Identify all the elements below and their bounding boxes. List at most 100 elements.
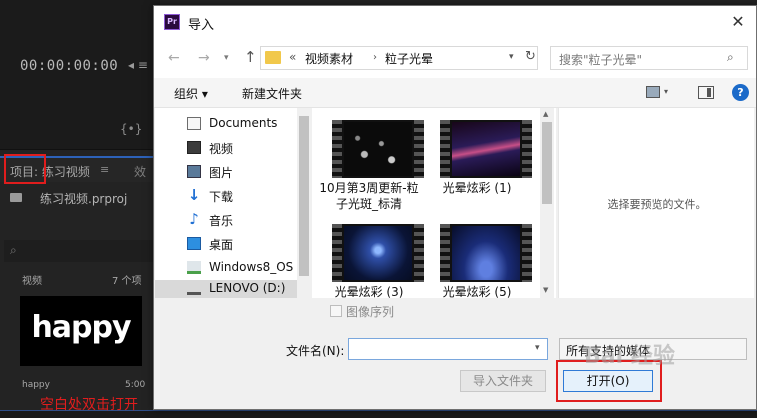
recent-locations-chevron-icon[interactable]: ▾ bbox=[224, 53, 229, 63]
sidebar-item-label: Documents bbox=[209, 116, 278, 130]
sidebar-item-label: 视频 bbox=[209, 142, 234, 156]
download-icon: ↓ bbox=[187, 186, 201, 204]
desktop-icon bbox=[187, 237, 201, 250]
up-arrow-icon[interactable]: ↑ bbox=[244, 48, 257, 66]
video-thumbnail bbox=[332, 224, 424, 282]
sidebar-item-desktop[interactable]: 桌面 bbox=[155, 232, 297, 256]
file-list: 10月第3周更新-粒子光斑_标清 光晕炫彩 (1) 光晕炫彩 (3) 光晕炫彩 … bbox=[312, 108, 556, 299]
sidebar-item-label: LENOVO (D:) bbox=[209, 281, 286, 295]
file-item[interactable]: 光晕炫彩 (3) bbox=[312, 216, 424, 302]
back-arrow-icon[interactable]: ← bbox=[168, 50, 180, 66]
sidebar-item-label: 下载 bbox=[209, 190, 234, 204]
marker-controls[interactable]: ◂ ≡ bbox=[128, 58, 148, 72]
filename-chevron-down-icon[interactable]: ▾ bbox=[535, 343, 540, 353]
sidebar-item-label: 音乐 bbox=[209, 214, 234, 228]
navigation-scroll-thumb[interactable] bbox=[299, 116, 309, 276]
help-icon[interactable]: ? bbox=[732, 84, 749, 101]
dialog-title: 导入 bbox=[188, 18, 215, 33]
preview-message: 选择要预览的文件。 bbox=[607, 198, 707, 211]
video-thumbnail bbox=[440, 224, 532, 282]
filename-field[interactable]: ▾ bbox=[348, 338, 548, 360]
new-folder-button[interactable]: 新建文件夹 bbox=[242, 85, 302, 102]
sidebar-item-label: 桌面 bbox=[209, 238, 234, 252]
navigation-scrollbar[interactable] bbox=[297, 108, 311, 298]
dialog-toolbar: 组织 ▾ 新建文件夹 ▾ ? bbox=[154, 78, 756, 108]
view-chevron-down-icon[interactable]: ▾ bbox=[664, 87, 668, 96]
panel-menu-icon[interactable]: ≡ bbox=[100, 163, 109, 176]
preview-pane-icon[interactable] bbox=[698, 86, 714, 99]
clip-duration: 5:00 bbox=[125, 380, 146, 390]
sidebar-item-documents[interactable]: Documents bbox=[155, 112, 297, 136]
file-item[interactable]: 光晕炫彩 (5) bbox=[420, 216, 532, 302]
folder-icon bbox=[265, 51, 281, 64]
search-input[interactable]: 搜索"粒子光晕" ⌕ bbox=[550, 46, 748, 70]
timecode: 00:00:00:00 bbox=[20, 58, 119, 74]
sidebar-item-label: Windows8_OS bbox=[209, 260, 294, 274]
address-chevron-down-icon[interactable]: ▾ bbox=[509, 52, 514, 62]
import-dialog: Pr 导入 ✕ ← → ▾ ↑ « 视频素材 › 粒子光晕 ▾ ↻ 搜索"粒子光… bbox=[153, 5, 757, 410]
file-item[interactable]: 10月第3周更新-粒子光斑_标清 bbox=[312, 112, 424, 211]
forward-arrow-icon[interactable]: → bbox=[198, 50, 210, 66]
clip-thumbnail-text: happy bbox=[31, 310, 131, 345]
clip-thumbnail[interactable]: happy bbox=[20, 296, 142, 366]
breadcrumb-overflow[interactable]: « bbox=[289, 50, 296, 64]
refresh-icon[interactable]: ↻ bbox=[525, 49, 536, 64]
file-name: 光晕炫彩 (1) bbox=[442, 181, 512, 195]
project-search-bar[interactable]: ⌕ bbox=[4, 240, 160, 262]
project-file-name: 练习视频.prproj bbox=[40, 192, 128, 206]
preview-pane: 选择要预览的文件。 bbox=[558, 108, 754, 298]
file-list-scroll-thumb[interactable] bbox=[542, 122, 552, 204]
baidu-watermark: Bai 经验 bbox=[584, 344, 675, 369]
view-options-icon[interactable] bbox=[646, 86, 660, 98]
instruction-annotation: 空白处双击打开 bbox=[40, 397, 138, 413]
video-icon bbox=[187, 141, 201, 154]
music-icon: ♪ bbox=[189, 210, 199, 228]
folder-icon bbox=[10, 193, 22, 202]
sidebar-item-lenovo-drive[interactable]: LENOVO (D:) bbox=[155, 280, 297, 298]
import-folder-button[interactable]: 导入文件夹 bbox=[460, 370, 546, 392]
project-tab-highlight bbox=[4, 154, 46, 184]
sidebar-item-downloads[interactable]: ↓ 下载 bbox=[155, 184, 297, 208]
project-file-row: 练习视频.prproj bbox=[10, 190, 160, 210]
sidebar-item-videos[interactable]: 视频 bbox=[155, 136, 297, 160]
sidebar-item-label: 图片 bbox=[209, 166, 234, 180]
file-list-scrollbar[interactable]: ▲ ▼ bbox=[540, 108, 554, 298]
sidebar-item-windows-drive[interactable]: Windows8_OS bbox=[155, 256, 297, 280]
document-icon bbox=[187, 117, 201, 130]
premiere-app-icon: Pr bbox=[164, 14, 180, 30]
search-icon[interactable]: ⌕ bbox=[727, 50, 734, 65]
search-icon: ⌕ bbox=[10, 243, 17, 257]
address-bar[interactable]: « 视频素材 › 粒子光晕 ▾ ↻ bbox=[260, 46, 538, 70]
sidebar-item-pictures[interactable]: 图片 bbox=[155, 160, 297, 184]
dialog-titlebar: Pr 导入 ✕ bbox=[154, 6, 756, 38]
scroll-up-icon[interactable]: ▲ bbox=[543, 110, 548, 118]
pictures-icon bbox=[187, 165, 201, 178]
tab-effects[interactable]: 效 bbox=[134, 163, 146, 180]
file-name: 光晕炫彩 (3) bbox=[334, 285, 404, 299]
image-sequence-label: 图像序列 bbox=[346, 305, 395, 319]
video-thumbnail bbox=[440, 120, 532, 178]
sidebar-item-music[interactable]: ♪ 音乐 bbox=[155, 208, 297, 232]
close-button[interactable]: ✕ bbox=[720, 6, 756, 38]
drive-icon bbox=[187, 282, 201, 295]
file-item[interactable]: 光晕炫彩 (1) bbox=[420, 112, 532, 198]
breadcrumb-video-assets[interactable]: 视频素材 bbox=[305, 50, 353, 67]
address-bar-row: ← → ▾ ↑ « 视频素材 › 粒子光晕 ▾ ↻ 搜索"粒子光晕" ⌕ bbox=[154, 38, 756, 78]
scroll-down-icon[interactable]: ▼ bbox=[543, 286, 548, 294]
image-sequence-checkbox[interactable] bbox=[330, 305, 342, 317]
file-name: 10月第3周更新-粒子光斑_标清 bbox=[319, 181, 419, 211]
source-monitor: 00:00:00:00 ◂ ≡ {•} bbox=[0, 0, 160, 150]
navigation-pane: Documents 视频 图片 ↓ 下载 ♪ 音乐 桌面 Windows8_OS bbox=[155, 108, 311, 298]
clip-name: happy bbox=[22, 380, 50, 390]
breadcrumb-particle-halo[interactable]: 粒子光晕 bbox=[385, 50, 433, 67]
search-placeholder: 搜索"粒子光晕" bbox=[559, 53, 643, 67]
bin-item-count: 7 个项 bbox=[112, 276, 142, 287]
file-name: 光晕炫彩 (5) bbox=[442, 285, 512, 299]
organize-button[interactable]: 组织 ▾ bbox=[174, 85, 208, 102]
breadcrumb-separator[interactable]: › bbox=[373, 52, 377, 63]
insert-button[interactable]: {•} bbox=[120, 122, 142, 136]
video-thumbnail bbox=[332, 120, 424, 178]
filename-label: 文件名(N): bbox=[286, 344, 345, 358]
bin-label: 视频 bbox=[22, 276, 42, 287]
windows-drive-icon bbox=[187, 261, 201, 274]
